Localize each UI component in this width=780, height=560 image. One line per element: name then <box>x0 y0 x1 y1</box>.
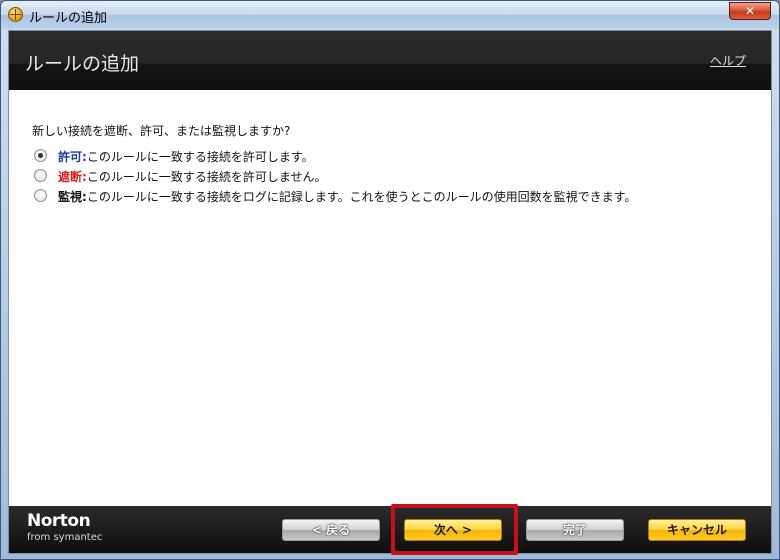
brand-subtitle: from symantec <box>27 532 103 543</box>
allow-keyword: 許可: <box>58 150 87 164</box>
next-button-highlight <box>391 504 518 555</box>
help-link[interactable]: ヘルプ <box>710 52 746 69</box>
allow-radio[interactable] <box>34 149 47 162</box>
monitor-keyword: 監視: <box>58 190 87 204</box>
page-title: ルールの追加 <box>25 53 140 75</box>
block-radio[interactable] <box>34 169 47 182</box>
title-bar[interactable]: ルールの追加 ✕ <box>1 1 779 29</box>
brand-name: Norton <box>27 511 91 531</box>
window-title: ルールの追加 <box>29 11 108 26</box>
close-button[interactable]: ✕ <box>729 2 771 20</box>
question-text: 新しい接続を遮断、許可、または監視しますか? <box>32 124 291 138</box>
dialog-content: ルールの追加 ヘルプ 新しい接続を遮断、許可、または監視しますか? 許可:このル… <box>8 30 772 554</box>
dialog-window: ルールの追加 ✕ ルールの追加 ヘルプ 新しい接続を遮断、許可、または監視します… <box>0 0 780 560</box>
norton-logo: Norton from symantec <box>27 511 117 549</box>
dialog-footer: Norton from symantec < 戻る 次へ > 完了 キャンセル <box>9 506 771 553</box>
block-description: このルールに一致する接続を許可しません。 <box>86 170 327 184</box>
monitor-radio[interactable] <box>34 189 47 202</box>
cancel-button[interactable]: キャンセル <box>648 519 746 541</box>
close-icon: ✕ <box>744 4 756 18</box>
dialog-header: ルールの追加 ヘルプ <box>9 31 771 90</box>
globe-icon <box>8 7 23 22</box>
monitor-description: このルールに一致する接続をログに記録します。これを使うとこのルールの使用回数を監… <box>86 190 637 204</box>
allow-description: このルールに一致する接続を許可します。 <box>86 150 314 164</box>
block-keyword: 遮断: <box>58 170 87 184</box>
back-button[interactable]: < 戻る <box>282 519 380 541</box>
finish-button[interactable]: 完了 <box>526 519 624 541</box>
